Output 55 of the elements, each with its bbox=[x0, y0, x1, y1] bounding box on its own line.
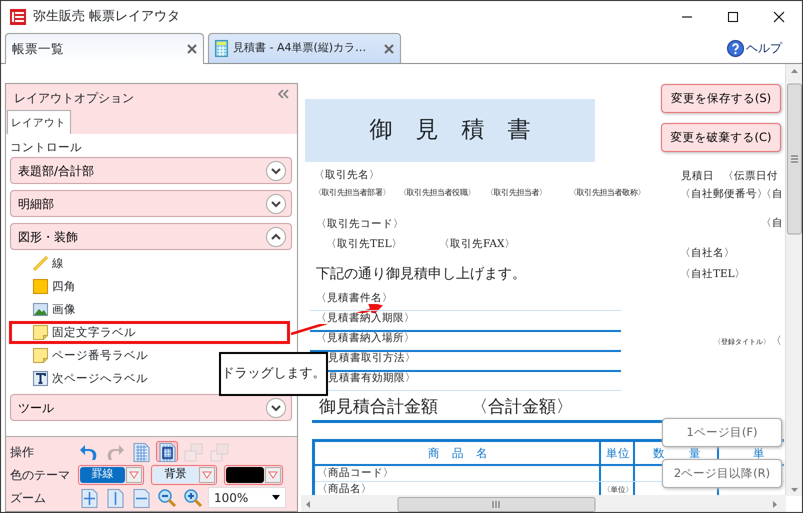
zoom-dropdown[interactable]: 100% bbox=[208, 487, 286, 508]
theme-dropdown[interactable] bbox=[224, 464, 283, 484]
column-header: 単位 bbox=[601, 442, 635, 464]
section-label: コントロール bbox=[10, 139, 83, 156]
operations-label: 操作 bbox=[10, 444, 35, 460]
image-icon bbox=[32, 301, 49, 318]
close-icon[interactable] bbox=[773, 10, 785, 22]
layout-tab[interactable]: レイアウト bbox=[7, 110, 71, 134]
note-icon bbox=[32, 347, 49, 364]
action-button[interactable]: 2ページ目以降(R) bbox=[662, 459, 782, 488]
note-icon bbox=[32, 324, 49, 342]
control-item[interactable]: ページ番号ラベル bbox=[9, 344, 153, 368]
help-icon bbox=[727, 40, 744, 56]
document-title: 御 見 積 書 bbox=[305, 99, 595, 162]
chevron-down-icon bbox=[265, 160, 287, 182]
maximize-icon[interactable] bbox=[727, 10, 739, 22]
panel-title: レイアウトオプション bbox=[14, 90, 134, 104]
zoom-in-button[interactable] bbox=[182, 487, 204, 508]
control-item[interactable]: 画像 bbox=[9, 298, 81, 322]
caret-icon[interactable] bbox=[272, 495, 280, 500]
collapse-icon[interactable] bbox=[277, 89, 289, 99]
document-tab[interactable]: 見積書 - A4単票(縦)カラ… bbox=[208, 33, 401, 63]
chevron-down-icon bbox=[265, 192, 287, 215]
window-title: 弥生販売 帳票レイアウタ bbox=[33, 8, 180, 26]
snap-grid-button[interactable] bbox=[156, 441, 178, 462]
theme-label: 色のテーマ bbox=[10, 466, 71, 484]
help-button[interactable]: ヘルプ bbox=[721, 38, 788, 58]
accordion-header[interactable]: ツール bbox=[10, 394, 292, 422]
template-field: 御見積合計金額 bbox=[319, 399, 438, 416]
control-item[interactable]: 四角 bbox=[9, 275, 81, 298]
accordion-header[interactable]: 図形・装飾 bbox=[10, 223, 292, 250]
control-item[interactable]: 次ページへラベル bbox=[9, 367, 153, 390]
action-button[interactable]: 変更を破棄する(C) bbox=[661, 123, 781, 152]
pencil-line-icon bbox=[32, 255, 49, 272]
zoom-out-button[interactable] bbox=[156, 487, 178, 508]
accordion-header[interactable]: 明細部 bbox=[10, 190, 292, 218]
action-button[interactable]: 1ページ目(F) bbox=[662, 418, 782, 447]
drag-hint-tooltip: ドラッグします。 bbox=[219, 352, 328, 396]
calculator-icon bbox=[215, 40, 228, 57]
chevron-down-icon bbox=[265, 396, 287, 419]
document-tab[interactable]: 帳票一覧 bbox=[5, 33, 204, 64]
theme-dropdown[interactable]: 罫線 bbox=[78, 464, 144, 484]
column-header: 商 品 名 bbox=[315, 442, 601, 464]
chevron-up-icon bbox=[265, 226, 287, 248]
template-field: 見積日 bbox=[681, 171, 714, 182]
action-button[interactable]: 変更を保存する(S) bbox=[661, 84, 781, 113]
app-logo-icon bbox=[9, 8, 27, 26]
accordion-header[interactable]: 表題部/合計部 bbox=[10, 157, 292, 184]
theme-dropdown[interactable]: 背景 bbox=[151, 464, 217, 484]
square-icon bbox=[32, 278, 49, 296]
control-item[interactable]: 固定文字ラベル bbox=[9, 321, 290, 344]
control-item[interactable]: 線 bbox=[9, 252, 69, 276]
zoom-label: ズーム bbox=[10, 490, 47, 506]
table-cell: 〈商品コード〉 bbox=[315, 466, 601, 481]
text-icon bbox=[32, 370, 49, 388]
